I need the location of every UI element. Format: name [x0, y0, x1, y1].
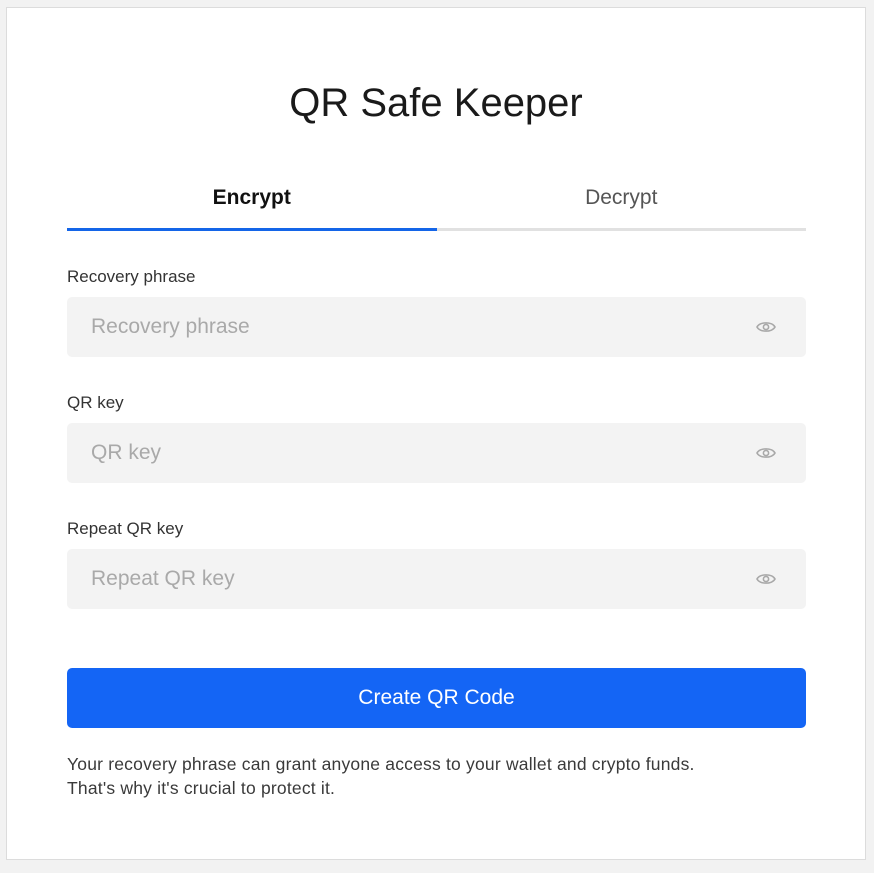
repeat-qr-key-field [67, 549, 806, 609]
eye-icon[interactable] [756, 570, 776, 588]
page-title: QR Safe Keeper [289, 81, 583, 125]
recovery-phrase-field [67, 297, 806, 357]
security-note-line-2: That's why it's crucial to protect it. [67, 778, 336, 798]
repeat-qr-key-label: Repeat QR key [67, 519, 184, 538]
main-card: QR Safe Keeper Encrypt Decrypt Recovery … [6, 7, 866, 860]
eye-icon[interactable] [756, 444, 776, 462]
tab-encrypt[interactable]: Encrypt [67, 178, 437, 231]
recovery-phrase-label: Recovery phrase [67, 267, 196, 286]
security-note-line-1: Your recovery phrase can grant anyone ac… [67, 754, 695, 774]
tab-decrypt[interactable]: Decrypt [436, 178, 806, 231]
qr-key-input[interactable] [67, 423, 727, 483]
qr-key-field [67, 423, 806, 483]
repeat-qr-key-input[interactable] [67, 549, 727, 609]
tab-bar: Encrypt Decrypt [67, 178, 806, 231]
qr-key-label: QR key [67, 393, 124, 412]
eye-icon[interactable] [756, 318, 776, 336]
create-qr-code-button[interactable]: Create QR Code [67, 668, 806, 728]
security-note: Your recovery phrase can grant anyone ac… [67, 752, 827, 800]
recovery-phrase-input[interactable] [67, 297, 727, 357]
